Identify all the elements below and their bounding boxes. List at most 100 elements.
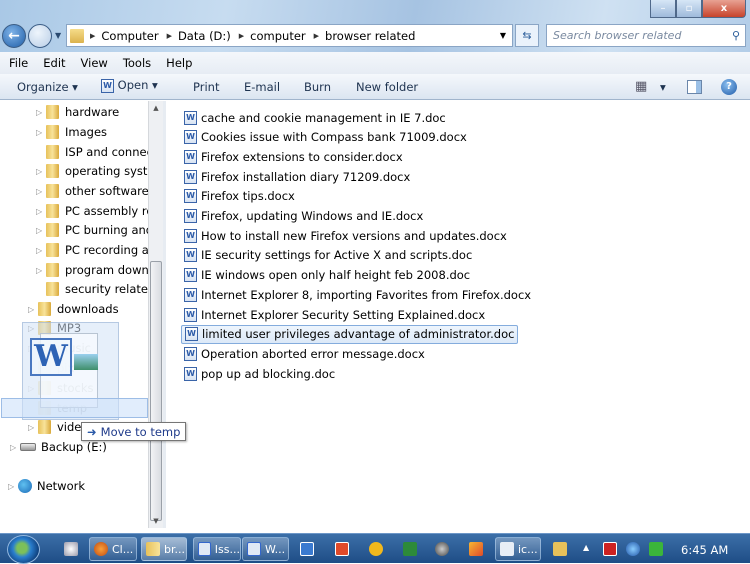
file-item[interactable]: W Operation aborted error message.docx [181,344,428,363]
file-name: Firefox tips.docx [201,189,295,204]
email-button[interactable]: E-mail [244,80,280,94]
folder-icon [46,282,59,296]
expand-arrow-icon[interactable]: ▷ [28,423,38,432]
menu-file[interactable]: File [9,56,28,70]
expand-arrow-icon[interactable]: ▷ [36,207,46,216]
scroll-down-icon[interactable]: ▼ [149,517,163,525]
back-button[interactable]: ← [2,24,26,48]
refresh-button[interactable]: ⇆ [515,24,539,47]
file-item[interactable]: W Firefox extensions to consider.docx [181,147,406,166]
word-doc-icon: W [184,130,197,145]
new-folder-button[interactable]: New folder [356,80,418,94]
expand-arrow-icon[interactable]: ▷ [36,246,46,255]
file-item[interactable]: Wcache and cookie management in IE 7.doc [181,108,449,127]
organize-button[interactable]: Organize ▾ [17,80,78,94]
tree-item[interactable]: ▷ hardware [36,103,119,121]
tree-item[interactable]: ▷ video [28,418,88,436]
address-dropdown-icon[interactable]: ▼ [494,31,512,40]
expand-arrow-icon[interactable]: ▷ [36,187,46,196]
file-item[interactable]: W Internet Explorer Security Setting Expl… [181,305,488,324]
file-name: How to install new Firefox versions and … [201,228,507,243]
file-item[interactable]: W How to install new Firefox versions and… [181,226,510,245]
expand-arrow-icon[interactable]: ▷ [36,266,46,275]
expand-arrow-icon[interactable]: ▷ [36,108,46,117]
search-input[interactable]: Search browser related ⚲ [546,24,746,47]
headphones-icon[interactable] [369,542,383,556]
maximize-button[interactable]: ▫ [676,0,702,18]
menu-edit[interactable]: Edit [43,56,65,70]
burn-button[interactable]: Burn [304,80,331,94]
tree-item[interactable]: ▷ Images [36,123,107,141]
tree-item[interactable]: ▷ PC assembly rela [36,202,148,220]
breadcrumb-data-d[interactable]: ▶ Data (D:) [167,29,231,43]
tree-item[interactable]: ▷ other software [36,182,148,200]
print-button[interactable]: Print [193,80,219,94]
taskbar-label: W... [265,542,286,556]
search-icon[interactable]: ⚲ [732,29,740,42]
taskbar-firefox[interactable]: Cl... [89,537,137,561]
notes-icon[interactable] [553,542,567,556]
tree-item[interactable]: ▷ operating system [36,162,148,180]
tree-item[interactable]: ▷ program downlo [36,261,148,279]
clock[interactable]: 6:45 AM [681,543,728,557]
taskbar-word-1[interactable]: Iss... [193,537,241,561]
chevron-down-icon[interactable]: ▾ [152,78,158,92]
move-arrow-icon: ➜ [87,424,97,439]
views-dropdown-icon[interactable]: ▾ [660,80,666,94]
file-item[interactable]: W IE security settings for Active X and s… [181,246,475,265]
globe-icon[interactable] [626,542,640,556]
taskbar-word-2[interactable]: W... [242,537,289,561]
file-item[interactable]: W Internet Explorer 8, importing Favorite… [181,285,534,304]
scroll-up-icon[interactable]: ▲ [149,104,163,112]
tree-item[interactable]: security related [36,280,148,298]
opera-icon[interactable] [335,542,349,556]
expand-arrow-icon[interactable]: ▷ [8,482,18,491]
minimize-button[interactable]: – [650,0,676,18]
preview-pane-button[interactable] [687,80,702,94]
file-item[interactable]: W Cookies issue with Compass bank 71009.d… [181,128,470,147]
address-bar[interactable]: ▶ Computer ▶ Data (D:) ▶ computer ▶ browser … [66,24,513,47]
file-item[interactable]: W Firefox tips.docx [181,187,298,206]
gear-icon[interactable] [435,542,449,556]
breadcrumb-browser-related[interactable]: ▶ browser related [314,29,416,43]
file-item[interactable]: W Firefox, updating Windows and IE.docx [181,207,426,226]
expand-arrow-icon[interactable]: ▷ [28,305,38,314]
tree-item[interactable]: ▷ Network [8,477,85,495]
expand-arrow-icon[interactable]: ▷ [10,443,20,452]
checkmark-app-icon[interactable] [469,542,483,556]
gmail-icon[interactable] [603,542,617,556]
taskbar-document[interactable]: ic... [495,537,541,561]
file-item[interactable]: Wlimited user privileges advantage of ad… [181,324,519,344]
close-button[interactable]: x [702,0,746,18]
file-item[interactable]: W IE windows open only half height feb 20… [181,266,473,285]
menu-tools[interactable]: Tools [123,56,151,70]
recent-pages-dropdown[interactable]: ▼ [55,31,61,40]
open-button[interactable]: W Open ▾ [101,78,158,93]
file-name: Internet Explorer Security Setting Expla… [201,307,486,322]
show-desktop-icon[interactable] [64,542,78,556]
network-app-icon[interactable] [300,542,314,556]
expand-arrow-icon[interactable]: ▷ [36,128,46,137]
menu-view[interactable]: View [81,56,108,70]
breadcrumb-computer-folder[interactable]: ▶ computer [239,29,306,43]
tree-item[interactable]: ISP and connecti [36,143,148,161]
tree-scrollbar[interactable]: ▲ ▼ [148,101,163,528]
excel-icon[interactable] [403,542,417,556]
forward-button[interactable] [28,24,52,48]
expand-arrow-icon[interactable]: ▷ [36,167,46,176]
file-item[interactable]: Wpop up ad blocking.doc [181,364,338,383]
help-button[interactable]: ? [721,79,737,95]
expand-arrow-icon[interactable]: ▷ [36,226,46,235]
taskbar-explorer[interactable]: br... [141,537,187,561]
file-item[interactable]: W Firefox installation diary 71209.docx [181,167,413,186]
tree-item[interactable]: ▷ downloads [28,300,119,318]
start-button[interactable] [7,535,40,564]
menu-help[interactable]: Help [166,56,192,70]
show-hidden-icons-button[interactable]: ▲ [583,543,589,552]
breadcrumb-computer[interactable]: ▶ Computer [90,29,159,43]
scrollbar-thumb[interactable] [150,261,162,521]
views-icon[interactable]: ▦ [635,79,647,94]
security-status-icon[interactable] [649,542,663,556]
tree-item[interactable]: ▷ PC burning and [36,221,148,239]
tree-item[interactable]: ▷ PC recording and [36,241,148,259]
